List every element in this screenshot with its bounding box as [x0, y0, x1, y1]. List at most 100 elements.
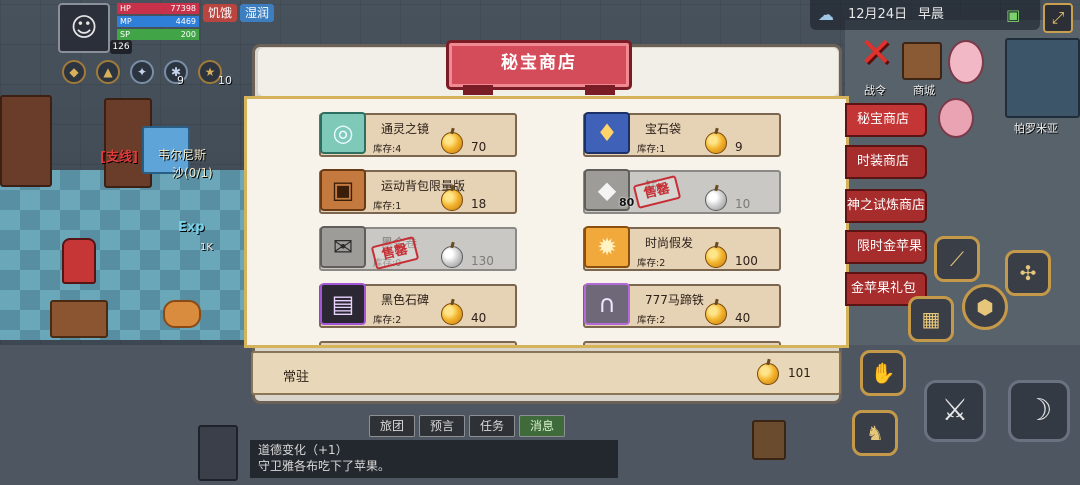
backpack-icon: ▣: [320, 169, 366, 211]
hand-icon: ✋: [870, 361, 896, 385]
gift-icon: ▦: [921, 307, 941, 331]
shop-item-diamond[interactable]: ◆ 80 钻 售罄 10: [583, 169, 781, 214]
expand-button[interactable]: ⤢: [1043, 3, 1073, 33]
item-icon-wrap: ◎: [317, 107, 369, 159]
golden-apple-icon: [705, 303, 727, 325]
golden-apple-icon: [441, 132, 463, 154]
bow-button[interactable]: ☽: [1008, 380, 1070, 442]
shop-item-next-row[interactable]: [583, 341, 781, 345]
silver-apple-icon: [441, 246, 463, 268]
avatar-face-icon: ☺: [70, 13, 98, 43]
guard-character[interactable]: [198, 425, 238, 481]
map-region[interactable]: [1005, 38, 1080, 118]
shop-item-scroll[interactable]: ✉ 黑金卷 库存:0 售罄 130: [319, 226, 517, 271]
skill-button-2[interactable]: ✣: [1005, 250, 1051, 296]
mp-bar: MP 4469: [117, 16, 199, 27]
shop-item-backpack[interactable]: ▣ 运动背包限量版 库存:1 18: [319, 169, 517, 214]
hp-value: 77398: [170, 4, 196, 13]
npc-character[interactable]: [938, 98, 974, 138]
chat-log[interactable]: 道德变化（+1） 守卫雅各布吃下了苹果。: [250, 440, 618, 478]
exp-label: Exp: [178, 220, 205, 235]
shop-item-stone-tablet[interactable]: ▤ 黑色石碑 库存:2 40: [319, 283, 517, 328]
status-wet[interactable]: 湿润: [240, 4, 275, 22]
item-stock: 库存:2: [373, 315, 402, 326]
item-price: 100: [735, 254, 758, 268]
shop-item-mirror[interactable]: ◎ 通灵之镜 库存:4 70: [319, 112, 517, 157]
expand-icon: ⤢: [1051, 8, 1065, 27]
buff-arrow-icon[interactable]: ▲: [96, 60, 120, 84]
item-price: 40: [471, 311, 487, 325]
checker-floor: [0, 170, 250, 340]
status-hungry[interactable]: 饥饿: [203, 4, 238, 22]
skill-button-3[interactable]: ▦: [908, 296, 954, 342]
chat-tab-group[interactable]: 旅团: [369, 415, 416, 437]
item-quantity: 80: [619, 196, 635, 209]
golden-apple-icon: [757, 363, 779, 385]
skill-button-6[interactable]: ♞: [852, 410, 898, 456]
sp-value: 200: [180, 30, 196, 39]
mirror-icon: ◎: [320, 112, 366, 154]
sp-label: SP: [120, 30, 130, 39]
sword-icon: ⚔: [941, 393, 969, 428]
battle-pass-label[interactable]: 战令: [864, 82, 886, 98]
chat-line: 守卫雅各布吃下了苹果。: [258, 459, 391, 473]
chat-tab-quest[interactable]: 任务: [469, 415, 516, 437]
shop-title: 秘宝商店: [501, 53, 577, 73]
player-character[interactable]: [62, 238, 96, 284]
item-name: 黑色石碑: [381, 293, 430, 307]
item-price: 130: [471, 254, 494, 268]
mall-label[interactable]: 商城: [913, 82, 935, 98]
player-avatar[interactable]: ☺: [58, 3, 110, 53]
buff-sword-icon[interactable]: ✦: [130, 60, 154, 84]
network-icon: ▣: [1006, 6, 1021, 24]
pinwheel-icon: ✣: [1019, 261, 1037, 285]
item-icon-wrap: ✉: [317, 221, 369, 273]
footer-category: 常驻: [283, 370, 310, 385]
golden-apple-icon: [441, 303, 463, 325]
item-name: 宝石袋: [645, 122, 682, 136]
skill-button-4[interactable]: ⬢: [962, 284, 1008, 330]
buff-shield-icon[interactable]: ◆: [62, 60, 86, 84]
currency-balance: 101: [788, 366, 811, 380]
tab-secret-shop[interactable]: 秘宝商店: [845, 103, 927, 137]
shop-item-gem-bag[interactable]: ♦ 宝石袋 库存:1 9: [583, 112, 781, 157]
chat-tab-messages[interactable]: 消息: [519, 415, 566, 437]
item-name: 777马蹄铁: [645, 293, 704, 307]
player-stat-bars: HP 77398 MP 4469 SP 200: [117, 3, 199, 42]
golden-apple-icon: [705, 246, 727, 268]
close-button[interactable]: ✕: [856, 33, 896, 74]
hp-bar: HP 77398: [117, 3, 199, 14]
buff-icons: ◆ ▲ ✦ ✱ ★: [62, 60, 222, 84]
item-stock: 库存:4: [373, 144, 402, 155]
tab-trial-shop[interactable]: 神之试炼商店: [845, 189, 927, 223]
horseshoe-icon: ∩: [584, 283, 630, 325]
silver-apple-icon: [705, 189, 727, 211]
item-icon-wrap: ∩: [581, 278, 633, 330]
npc-name-label: 帕罗米亚: [1014, 122, 1058, 135]
bookshelf-prop: [0, 95, 52, 187]
skill-button-5[interactable]: ✋: [860, 350, 906, 396]
mp-value: 4469: [175, 17, 196, 26]
item-name: 通灵之镜: [381, 122, 430, 136]
shop-item-next-row[interactable]: [319, 341, 517, 345]
shop-item-horseshoe[interactable]: ∩ 777马蹄铁 库存:2 40: [583, 283, 781, 328]
tab-limited-golden-apple[interactable]: 限时金苹果: [845, 230, 927, 264]
tab-fashion-shop[interactable]: 时装商店: [845, 145, 927, 179]
item-stock: 库存:2: [637, 315, 666, 326]
golden-apple-icon: [705, 132, 727, 154]
item-price: 40: [735, 311, 751, 325]
item-icon-wrap: ▤: [317, 278, 369, 330]
buff-count-2: 10: [218, 74, 232, 87]
chat-tab-prophecy[interactable]: 预言: [419, 415, 466, 437]
shop-item-wig[interactable]: ✹ 时尚假发 库存:2 100: [583, 226, 781, 271]
bow-icon: ☽: [1025, 393, 1053, 428]
shop-building-icon[interactable]: [902, 42, 942, 80]
npc-girl[interactable]: [948, 40, 984, 84]
backpack-prop: [752, 420, 786, 460]
attack-button[interactable]: ⚔: [924, 380, 986, 442]
buff-gear-icon[interactable]: ✱: [164, 60, 188, 84]
shop-item-grid[interactable]: ◎ 通灵之镜 库存:4 70 ♦ 宝石袋 库存:1 9 ▣ 运动背包限量版 库存…: [244, 96, 849, 348]
item-icon-wrap: ♦: [581, 107, 633, 159]
skill-button-1[interactable]: ⟋: [934, 236, 980, 282]
period-text: 早晨: [918, 7, 945, 22]
